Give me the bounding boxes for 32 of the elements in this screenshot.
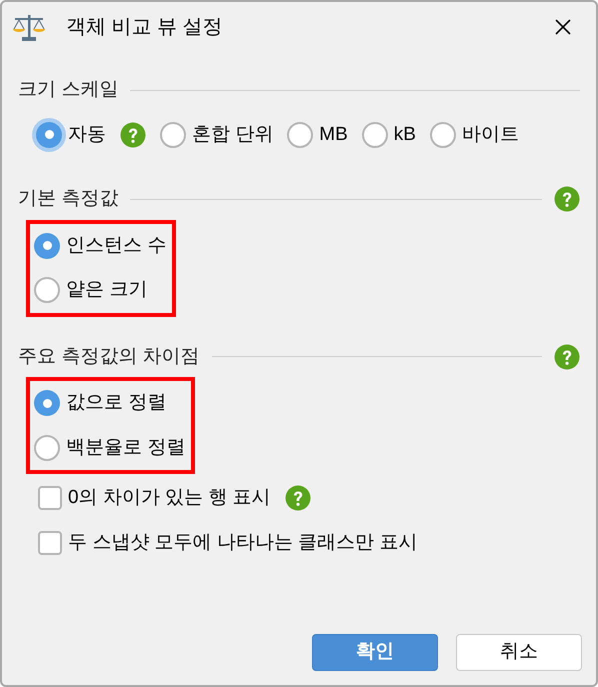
section-heading: 주요 측정값의 차이점 [18,344,200,368]
balance-scale-icon [12,12,46,42]
radio-button[interactable] [430,122,456,148]
cancel-button[interactable]: 취소 [456,634,582,671]
radio-button[interactable] [34,390,60,416]
window-title: 객체 비교 뷰 설정 [66,15,223,40]
radio-button[interactable] [34,277,60,304]
checkbox[interactable] [38,530,62,555]
section-heading: 크기 스케일 [18,78,118,102]
radio-button[interactable] [34,434,60,461]
radio-button[interactable] [362,122,388,148]
radio-option[interactable]: kB [362,120,416,149]
radio-option[interactable]: 혼합 단위 [160,120,274,149]
checkbox-option[interactable]: 0의 차이가 있는 행 표시 [38,484,271,512]
radio-button[interactable] [160,122,186,148]
radio-option[interactable]: 백분율로 정렬 [34,434,186,462]
help-icon[interactable] [120,122,146,148]
radio-option[interactable]: 자동 [36,120,106,149]
radio-option[interactable]: 바이트 [430,120,519,149]
checkbox[interactable] [38,486,62,510]
radio-option[interactable]: 인스턴스 수 [34,232,166,260]
radio-button[interactable] [287,122,314,148]
help-icon[interactable] [554,344,580,370]
radio-option[interactable]: MB [287,120,348,149]
help-icon[interactable] [284,485,311,512]
help-icon[interactable] [554,186,580,212]
radio-option[interactable]: 얕은 크기 [34,276,166,304]
radio-button[interactable] [34,232,60,259]
section-heading: 기본 측정값 [18,187,118,211]
checkbox-option[interactable]: 두 스냅샷 모두에 나타나는 클래스만 표시 [38,528,418,557]
radio-button[interactable] [36,122,62,148]
radio-option[interactable]: 값으로 정렬 [34,389,186,418]
